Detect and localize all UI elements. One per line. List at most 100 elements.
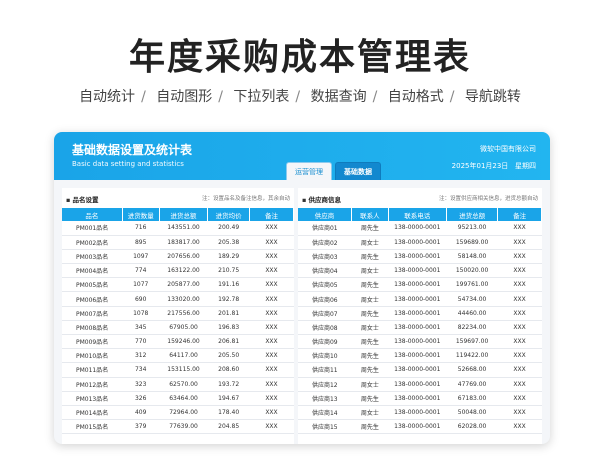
table-cell[interactable]: 周先生 xyxy=(351,306,389,321)
table-cell[interactable]: 205.50 xyxy=(207,348,250,364)
table-cell[interactable]: 供应商08 xyxy=(298,320,352,336)
table-cell[interactable]: XXX xyxy=(497,277,542,293)
table-cell[interactable]: 774 xyxy=(122,263,160,279)
table-cell[interactable]: 138-0000-0001 xyxy=(388,391,447,406)
table-row[interactable]: 供应商13 周先生 138-0000-0001 67183.00 XXX xyxy=(298,391,542,406)
table-cell[interactable]: 189.29 xyxy=(207,249,250,265)
table-cell[interactable]: 54734.00 xyxy=(446,291,498,307)
table-row[interactable]: 供应商01 周先生 138-0000-0001 95213.00 XXX xyxy=(298,221,542,236)
table-cell[interactable]: 138-0000-0001 xyxy=(388,221,447,236)
table-cell[interactable]: PM013品名 xyxy=(62,391,123,406)
tab-base-data[interactable]: 基础数据 xyxy=(335,162,381,180)
table-cell[interactable]: 770 xyxy=(122,334,160,350)
table-cell[interactable]: XXX xyxy=(249,362,294,378)
table-cell[interactable]: 200.49 xyxy=(207,221,250,236)
table-cell[interactable]: 138-0000-0001 xyxy=(388,235,447,250)
table-cell[interactable]: 62570.00 xyxy=(159,377,208,392)
table-cell[interactable]: 159689.00 xyxy=(446,235,498,250)
table-cell[interactable]: PM001品名 xyxy=(62,221,123,236)
table-cell[interactable]: XXX xyxy=(497,334,542,350)
table-cell[interactable]: 供应商03 xyxy=(298,249,352,265)
table-cell[interactable]: 163122.00 xyxy=(159,263,208,279)
table-cell[interactable]: PM012品名 xyxy=(62,377,123,392)
table-cell[interactable]: XXX xyxy=(249,235,294,250)
table-cell[interactable]: 379 xyxy=(122,419,160,435)
table-row[interactable]: 供应商14 周女士 138-0000-0001 50048.00 XXX xyxy=(298,405,542,421)
table-cell[interactable]: 58148.00 xyxy=(446,249,498,265)
table-cell[interactable]: 周女士 xyxy=(351,263,389,279)
table-row[interactable]: PM011品名 734 153115.00 208.60 XXX xyxy=(62,362,294,378)
table-row[interactable]: PM004品名 774 163122.00 210.75 XXX xyxy=(62,263,294,279)
table-cell[interactable]: 周先生 xyxy=(351,249,389,265)
table-cell[interactable]: XXX xyxy=(249,419,294,435)
table-cell[interactable]: 供应商14 xyxy=(298,405,352,421)
table-cell[interactable]: XXX xyxy=(249,391,294,406)
table-cell[interactable]: 409 xyxy=(122,405,160,421)
table-cell[interactable]: 191.16 xyxy=(207,277,250,293)
table-row[interactable]: PM010品名 312 64117.00 205.50 XXX xyxy=(62,348,294,364)
table-cell[interactable]: 178.40 xyxy=(207,405,250,421)
table-cell[interactable]: 193.72 xyxy=(207,377,250,392)
table-cell[interactable]: 1077 xyxy=(122,277,160,293)
table-cell[interactable]: 150020.00 xyxy=(446,263,498,279)
table-cell[interactable]: 供应商02 xyxy=(298,235,352,250)
tab-operations[interactable]: 运营管理 xyxy=(286,162,332,180)
table-cell[interactable]: PM008品名 xyxy=(62,320,123,336)
table-cell[interactable]: 159246.00 xyxy=(159,334,208,350)
table-cell[interactable]: XXX xyxy=(497,391,542,406)
table-cell[interactable]: PM003品名 xyxy=(62,249,123,265)
table-row[interactable]: 供应商03 周先生 138-0000-0001 58148.00 XXX xyxy=(298,249,542,265)
table-cell[interactable]: XXX xyxy=(249,377,294,392)
table-row[interactable]: 供应商12 周女士 138-0000-0001 47769.00 XXX xyxy=(298,377,542,392)
table-row[interactable]: PM009品名 770 159246.00 206.81 XXX xyxy=(62,334,294,350)
table-cell[interactable]: XXX xyxy=(497,263,542,279)
table-cell[interactable]: 供应商10 xyxy=(298,348,352,364)
table-cell[interactable]: XXX xyxy=(249,334,294,350)
table-row[interactable]: 供应商11 周先生 138-0000-0001 52668.00 XXX xyxy=(298,362,542,378)
table-cell[interactable]: 供应商01 xyxy=(298,221,352,236)
table-cell[interactable]: 供应商11 xyxy=(298,362,352,378)
table-cell[interactable]: 210.75 xyxy=(207,263,250,279)
table-cell[interactable]: XXX xyxy=(497,249,542,265)
table-cell[interactable]: PM014品名 xyxy=(62,405,123,421)
table-cell[interactable]: 1097 xyxy=(122,249,160,265)
table-cell[interactable]: 119422.00 xyxy=(446,348,498,364)
table-cell[interactable]: 138-0000-0001 xyxy=(388,263,447,279)
table-cell[interactable]: 206.81 xyxy=(207,334,250,350)
table-cell[interactable]: XXX xyxy=(497,405,542,421)
table-cell[interactable]: XXX xyxy=(249,405,294,421)
table-cell[interactable]: 64117.00 xyxy=(159,348,208,364)
table-cell[interactable]: 207656.00 xyxy=(159,249,208,265)
table-cell[interactable]: 周女士 xyxy=(351,291,389,307)
table-cell[interactable]: 67905.00 xyxy=(159,320,208,336)
table-cell[interactable]: 192.78 xyxy=(207,291,250,307)
table-row[interactable]: 供应商04 周女士 138-0000-0001 150020.00 XXX xyxy=(298,263,542,279)
table-cell[interactable]: 138-0000-0001 xyxy=(388,249,447,265)
table-cell[interactable]: XXX xyxy=(497,348,542,364)
table-cell[interactable]: 63464.00 xyxy=(159,391,208,406)
table-cell[interactable]: 204.85 xyxy=(207,419,250,435)
table-cell[interactable]: XXX xyxy=(249,249,294,265)
table-row[interactable]: 供应商07 周先生 138-0000-0001 44460.00 XXX xyxy=(298,306,542,321)
table-cell[interactable]: 52668.00 xyxy=(446,362,498,378)
table-cell[interactable]: PM002品名 xyxy=(62,235,123,250)
table-cell[interactable]: 201.81 xyxy=(207,306,250,321)
table-row[interactable]: PM003品名 1097 207656.00 189.29 XXX xyxy=(62,249,294,265)
table-cell[interactable]: 周先生 xyxy=(351,419,389,435)
table-row[interactable]: 供应商06 周女士 138-0000-0001 54734.00 XXX xyxy=(298,291,542,307)
table-cell[interactable]: PM007品名 xyxy=(62,306,123,321)
table-cell[interactable]: XXX xyxy=(497,306,542,321)
table-cell[interactable]: 194.67 xyxy=(207,391,250,406)
table-cell[interactable]: 供应商06 xyxy=(298,291,352,307)
table-cell[interactable]: 47769.00 xyxy=(446,377,498,392)
table-cell[interactable]: PM015品名 xyxy=(62,419,123,435)
table-cell[interactable]: 323 xyxy=(122,377,160,392)
table-cell[interactable]: 138-0000-0001 xyxy=(388,419,447,435)
table-cell[interactable]: 周女士 xyxy=(351,377,389,392)
table-cell[interactable]: 95213.00 xyxy=(446,221,498,236)
table-cell[interactable]: 周先生 xyxy=(351,221,389,236)
table-cell[interactable]: 133020.00 xyxy=(159,291,208,307)
table-cell[interactable]: XXX xyxy=(249,306,294,321)
table-cell[interactable]: 208.60 xyxy=(207,362,250,378)
table-cell[interactable]: 196.83 xyxy=(207,320,250,336)
